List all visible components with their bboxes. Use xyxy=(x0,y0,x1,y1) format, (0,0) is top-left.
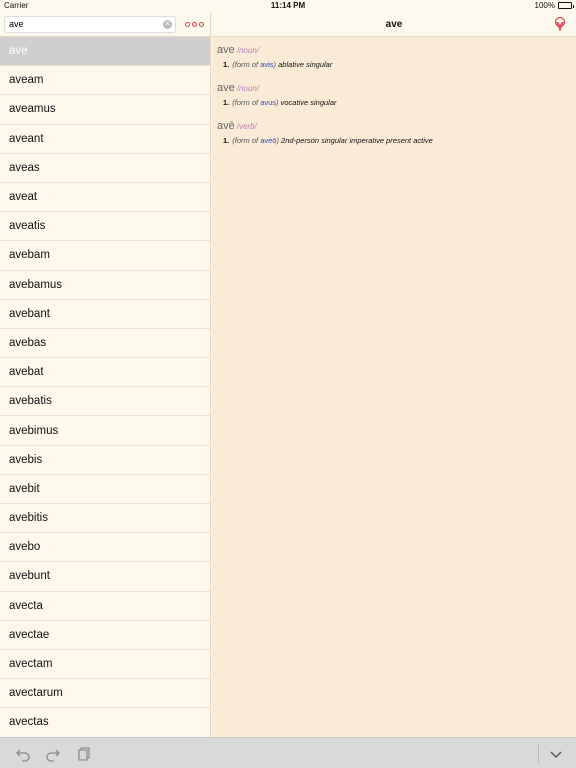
list-item[interactable]: aveas xyxy=(0,153,210,183)
search-box[interactable]: ✕ xyxy=(4,15,176,33)
gloss: ablative singular xyxy=(278,60,333,69)
more-icon-dot xyxy=(192,21,197,27)
gloss: vocative singular xyxy=(280,98,337,107)
headword: avē xyxy=(217,120,235,132)
list-item[interactable]: avebant xyxy=(0,299,210,329)
part-of-speech: /noun/ xyxy=(236,84,259,93)
battery-icon xyxy=(558,2,574,9)
toolbar-divider xyxy=(538,744,539,763)
more-icon-dot xyxy=(199,21,204,27)
copy-icon[interactable] xyxy=(76,746,92,762)
sense-number: 1. xyxy=(223,60,230,69)
definition-entry: ave/noun/1. (form of avis) ablative singu… xyxy=(217,44,576,69)
sense: 1. (form of avus) vocative singular xyxy=(217,98,576,107)
word-list: ave aveam aveamus aveant aveas aveat aveatis av… xyxy=(0,37,210,737)
list-item[interactable]: avebimus xyxy=(0,416,210,446)
list-item[interactable]: avebo xyxy=(0,533,210,563)
list-item[interactable]: avectam xyxy=(0,649,210,680)
sense-number: 1. xyxy=(223,98,230,107)
battery-indicator: 100% xyxy=(534,1,574,10)
list-item[interactable]: aveat xyxy=(0,182,210,213)
chevron-down-icon[interactable] xyxy=(548,746,564,762)
list-item[interactable]: avebat xyxy=(0,358,210,388)
list-item[interactable]: avebitis xyxy=(0,504,210,534)
word-list-pane: ✕ aveaveamaveamusaveantaveasaveataveatis… xyxy=(0,12,211,737)
page-title: ave xyxy=(385,18,403,30)
sense-prefix: (form of xyxy=(232,98,259,107)
sense-number: 1. xyxy=(223,136,230,145)
sense-suffix: ) xyxy=(273,60,277,69)
bottom-toolbar xyxy=(0,737,576,768)
definition-entry: avē/verb/1. (form of aveō) 2nd-person sin… xyxy=(217,120,576,145)
status-bar: Carrier 11:14 PM 100% xyxy=(0,0,576,12)
more-button[interactable] xyxy=(185,21,204,27)
list-item[interactable]: aveatis xyxy=(0,212,210,242)
entry-headword: avē/verb/ xyxy=(217,120,576,132)
gloss: 2nd-person singular imperative present a… xyxy=(281,136,433,145)
sense-prefix: (form of xyxy=(232,136,259,145)
lemma-link[interactable]: avis xyxy=(260,60,273,69)
detail-header: ave xyxy=(212,12,576,37)
list-item[interactable]: avebamus xyxy=(0,270,210,300)
sense-suffix: ) xyxy=(276,98,279,107)
entry-headword: ave/noun/ xyxy=(217,44,576,56)
list-item[interactable]: ave xyxy=(0,37,210,67)
entry-headword: ave/noun/ xyxy=(217,82,576,94)
list-item[interactable]: aveam xyxy=(0,66,210,96)
entries: ave/noun/1. (form of avis) ablative singu… xyxy=(212,37,576,145)
headword: ave xyxy=(217,44,235,56)
clock: 11:14 PM xyxy=(270,1,306,10)
list-item[interactable]: avebunt xyxy=(0,562,210,592)
sense: 1. (form of avis) ablative singular xyxy=(217,60,576,69)
list-item[interactable]: aveamus xyxy=(0,95,210,125)
list-item[interactable]: avebam xyxy=(0,241,210,271)
lemma-link[interactable]: aveō xyxy=(260,136,276,145)
list-item[interactable]: aveant xyxy=(0,124,210,154)
search-bar: ✕ xyxy=(0,12,210,37)
sense-suffix: ) xyxy=(276,136,279,145)
search-input[interactable] xyxy=(9,19,159,29)
redo-icon[interactable] xyxy=(45,746,61,762)
list-item[interactable]: avebit xyxy=(0,474,210,504)
sense-prefix: (form of xyxy=(232,60,259,69)
sense: 1. (form of aveō) 2nd-person singular imp… xyxy=(217,136,576,145)
undo-icon[interactable] xyxy=(15,746,31,762)
headword: ave xyxy=(217,82,235,94)
list-item[interactable]: avebas xyxy=(0,328,210,359)
definition-entry: ave/noun/1. (form of avus) vocative singu… xyxy=(217,82,576,107)
logo-icon[interactable] xyxy=(553,17,567,31)
list-item[interactable]: avebatis xyxy=(0,387,210,417)
list-item[interactable]: avectarum xyxy=(0,679,210,709)
list-item[interactable]: avebis xyxy=(0,445,210,475)
battery-percent: 100% xyxy=(534,1,555,10)
part-of-speech: /noun/ xyxy=(236,46,259,55)
definition-pane: ave ave/noun/1. (form of avis) ablative s… xyxy=(212,12,576,737)
list-item[interactable]: avecta xyxy=(0,591,210,621)
clear-icon[interactable]: ✕ xyxy=(163,19,172,29)
list-item[interactable]: avectae xyxy=(0,620,210,650)
more-icon-dot xyxy=(185,21,190,27)
part-of-speech: /verb/ xyxy=(236,122,257,131)
lemma-link[interactable]: avus xyxy=(260,98,276,107)
list-item[interactable]: avectas xyxy=(0,708,210,737)
